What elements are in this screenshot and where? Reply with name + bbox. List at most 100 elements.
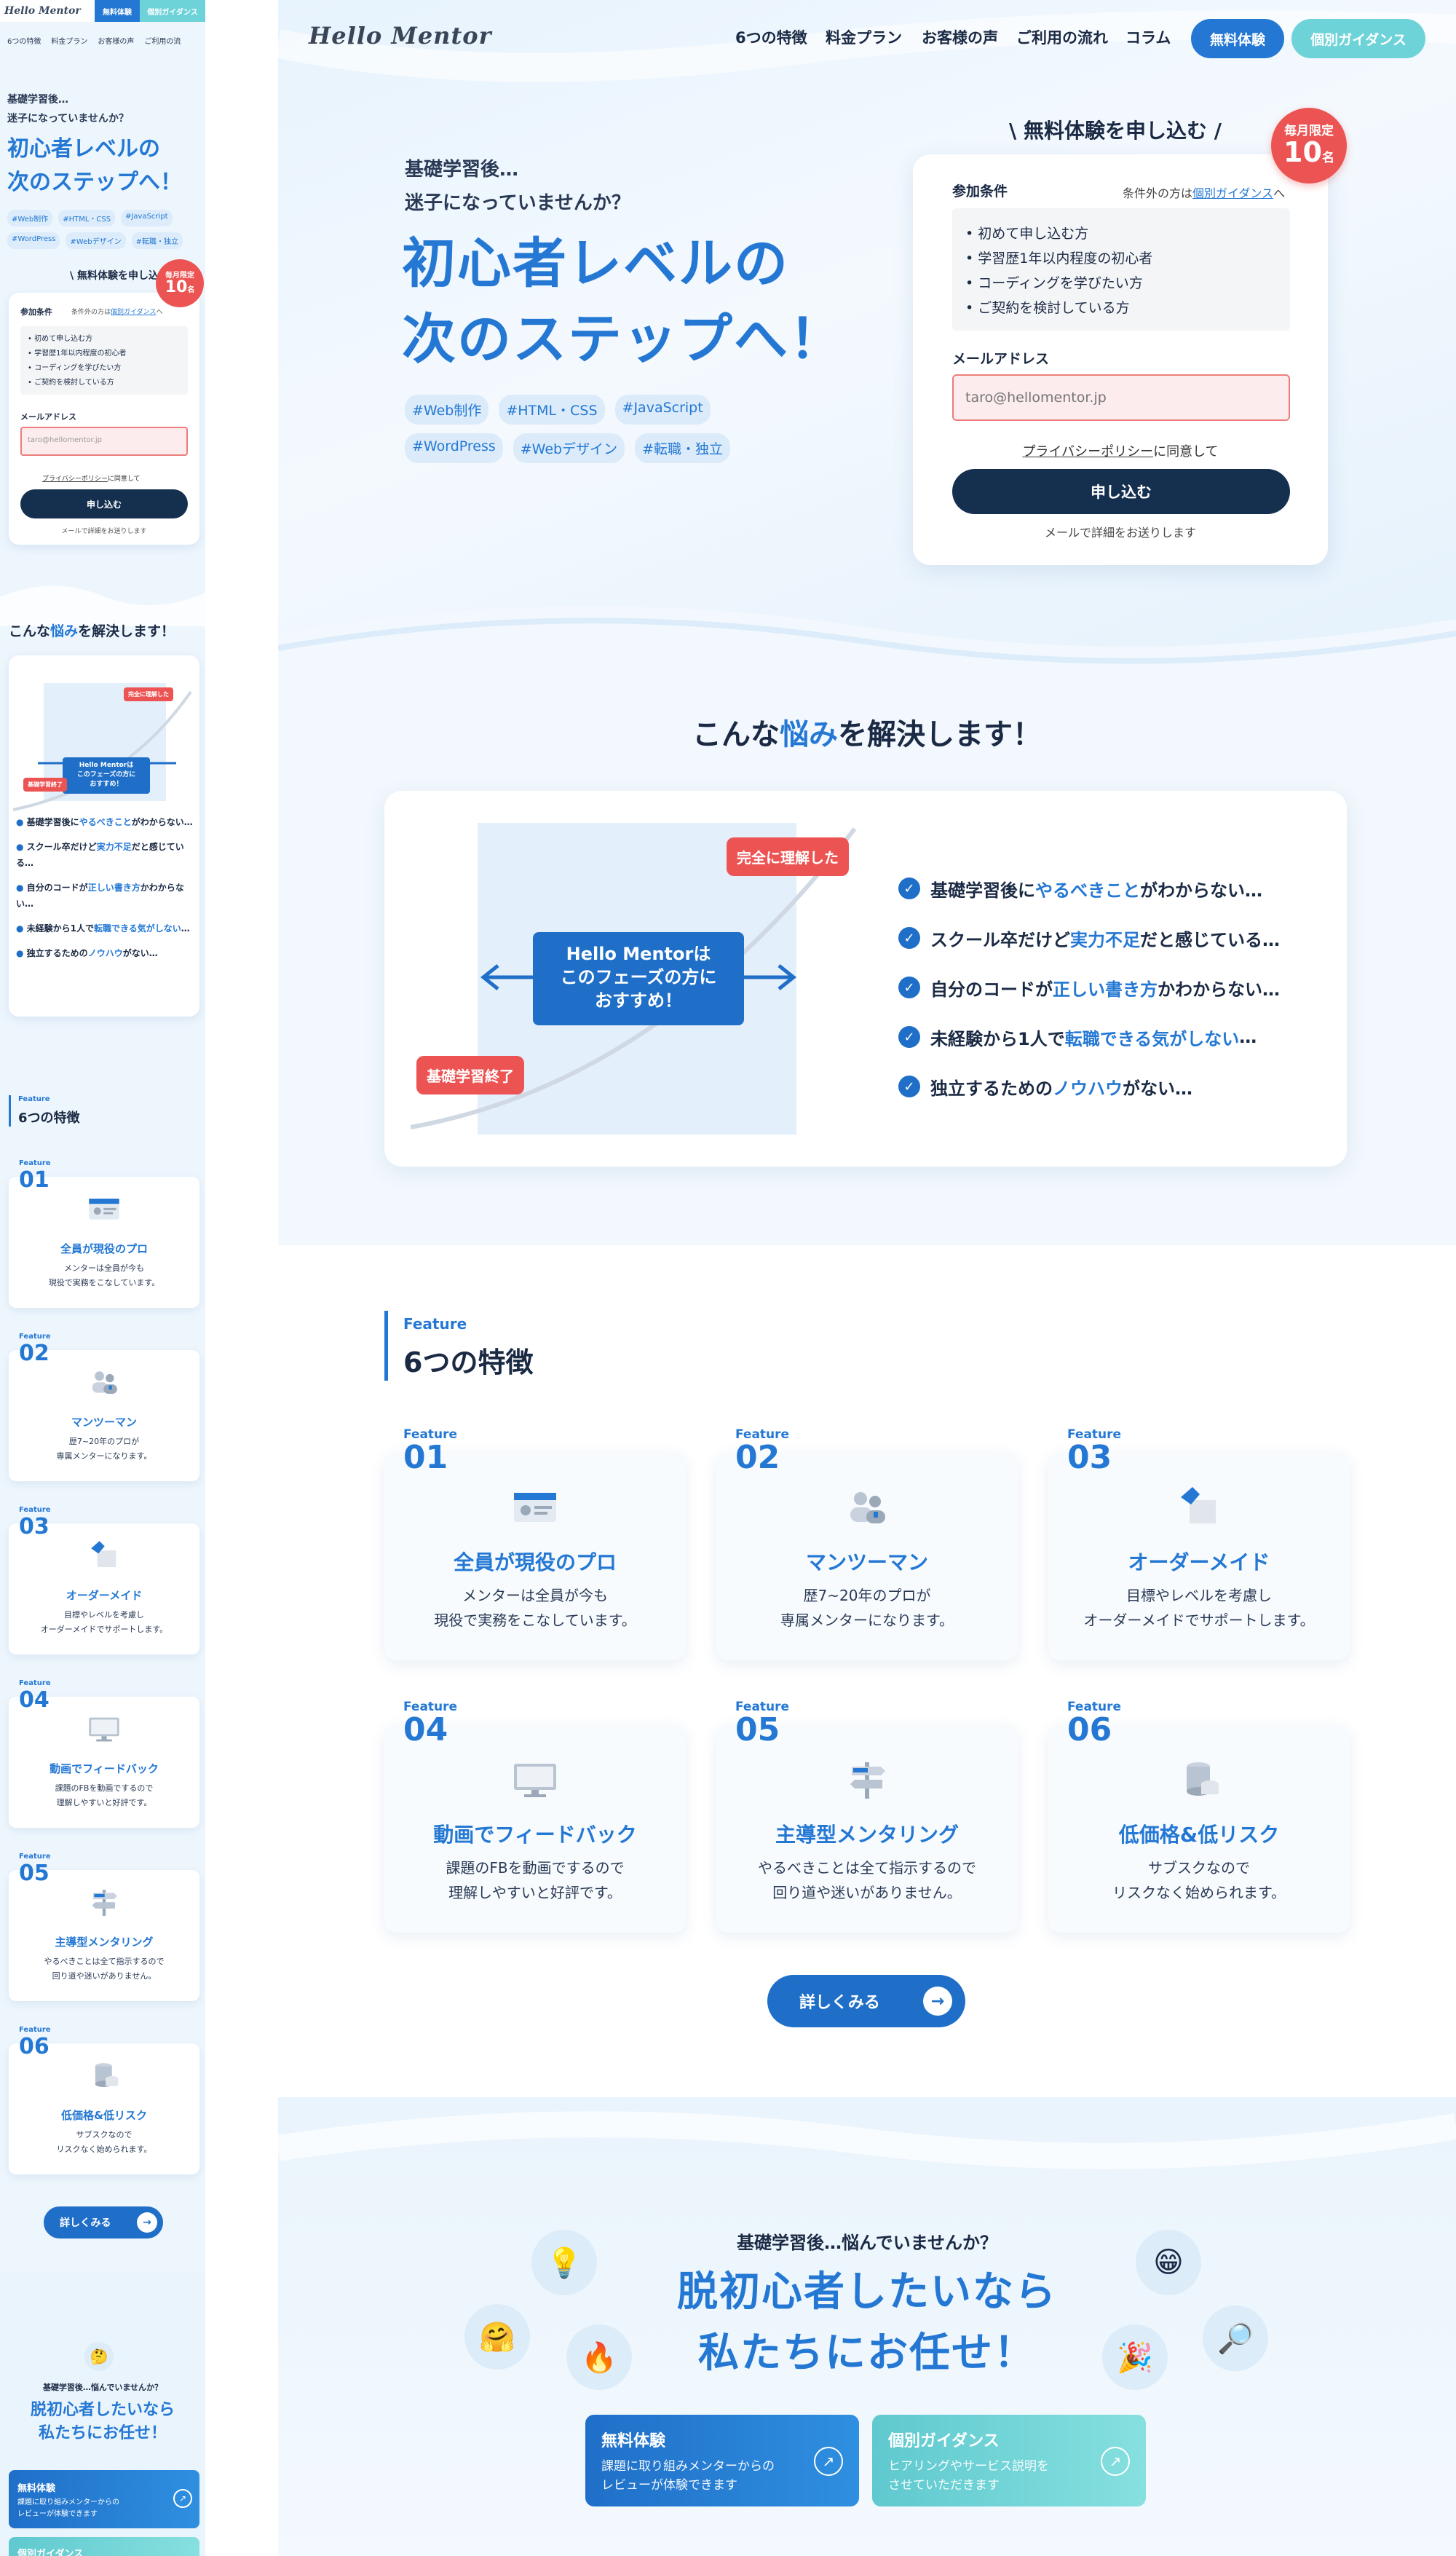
feature-title: マンツーマン <box>71 1416 137 1429</box>
check-icon: ✓ <box>898 1076 920 1097</box>
mobile-logo[interactable]: Hello Mentor <box>4 5 81 17</box>
two-people-icon <box>92 1371 117 1394</box>
mobile-nav: 6つの特徴 料金プラン お客様の声 ご利用の流 <box>0 29 205 51</box>
feature-small-label: Feature <box>18 1095 50 1103</box>
hero-bottom-wave <box>278 606 1456 685</box>
problem-item: ✓ 基礎学習後に やるべきこと がわからない… <box>898 864 1280 913</box>
bubble-basics-done: 基礎学習終了 <box>416 1056 524 1094</box>
nav-guidance-button[interactable]: 個別ガイダンス <box>1291 19 1425 58</box>
nav-item-pricing[interactable]: 料金プラン <box>826 26 902 48</box>
mobile-feature-card: 低価格&低リスク サブスクなので リスクなく始められます。 <box>9 2043 199 2174</box>
arrow-right-icon: → <box>137 2212 157 2233</box>
text: へ <box>1273 186 1286 200</box>
feature-label: Feature <box>19 1159 51 1167</box>
check-icon: ✓ <box>898 927 920 949</box>
mobile-bubble-start: 基礎学習終了 <box>23 778 67 792</box>
text: へ <box>156 309 163 316</box>
feature-title: 全員が現役のプロ <box>453 1550 617 1574</box>
mobile-more-button[interactable]: 詳しくみる → <box>44 2206 163 2239</box>
mobile-trial-cta[interactable]: 無料体験 課題に取り組みメンターからの レビューが体験できます ↗ <box>9 2470 199 2528</box>
feature-desc: 歴7~20年のプロが 専属メンターになります。 <box>56 1437 152 1461</box>
mobile-privacy-link[interactable]: プライバシーポリシー <box>42 476 108 483</box>
mobile-guidance-link[interactable]: 個別ガイダンス <box>111 309 156 316</box>
logo[interactable]: Hello Mentor <box>309 22 491 50</box>
condition-item: • コーディングを学びたい方 <box>28 364 122 372</box>
problem-item: ● 独立するためのノウハウがない… <box>16 948 158 958</box>
hero-title-line: 初心者レベルの <box>402 232 789 295</box>
signpost-icon <box>850 1762 885 1799</box>
submit-button[interactable]: 申し込む <box>952 469 1290 514</box>
mobile-nav-item[interactable]: 料金プラン <box>51 35 87 46</box>
privacy-policy-link[interactable]: プライバシーポリシー <box>1022 444 1153 459</box>
form-note: メールで詳細をお送りします <box>1044 526 1196 540</box>
form-title: \ 無料体験を申し込む / <box>1009 119 1222 143</box>
limited-badge: 毎月限定 10名 <box>1271 108 1347 184</box>
problem-item: ● 基礎学習後にやるべきことがわからない… <box>16 817 193 827</box>
arrow-up-right-icon: ↗ <box>814 2447 843 2476</box>
email-input[interactable] <box>952 374 1290 421</box>
bubble-complete: 完全に理解した <box>727 837 849 876</box>
mobile-nav-item[interactable]: ご利用の流 <box>144 35 181 46</box>
condition-item: • 学習歴1年以内程度の初心者 <box>28 350 127 358</box>
guidance-cta-button[interactable]: 個別ガイダンス ヒアリングやサービス説明を させていただきます ↗ <box>872 2415 1146 2506</box>
puzzle-icon <box>1181 1487 1216 1523</box>
mobile-wave <box>0 585 205 626</box>
two-people-icon <box>850 1492 885 1523</box>
trial-cta-button[interactable]: 無料体験 課題に取り組みメンターからの レビューが体験できます ↗ <box>585 2415 859 2506</box>
hero-lead-line: 迷子になっていませんか？ <box>405 192 630 214</box>
badge-number: 10 <box>165 277 188 296</box>
mobile-guidance-tab[interactable]: 個別ガイダンス <box>140 0 205 22</box>
mobile-cta-title: 脱初心者したいなら 私たちにお任せ！ <box>30 2401 175 2442</box>
mobile-form-card: 参加条件 条件外の方は個別ガイダンスへ • 初めて申し込む方 • 学習歴1年以内… <box>9 293 199 545</box>
feature-title: オーダーメイド <box>1128 1550 1270 1574</box>
feature-title: 主導型メンタリング <box>55 1936 154 1949</box>
mobile-email-input[interactable]: taro@hellomentor.jp <box>20 427 188 456</box>
cta-button-title: 無料体験 <box>601 2432 666 2450</box>
mobile-nav-item[interactable]: 6つの特徴 <box>7 35 41 46</box>
guidance-link[interactable]: 個別ガイダンス <box>1192 186 1273 200</box>
outside-note: 条件外の方は個別ガイダンスへ <box>1123 184 1285 201</box>
tag: #JavaScript <box>614 395 711 425</box>
mobile-limited-badge: 毎月限定 10名 <box>156 259 204 307</box>
mobile-preview: Hello Mentor 無料体験 個別ガイダンス 6つの特徴 料金プラン お客… <box>0 0 205 2556</box>
mobile-feature-card: マンツーマン歴7~20年のプロが 専属メンターになります。 <box>9 1350 199 1481</box>
mobile-feature-head: Feature 6つの特徴 <box>9 1095 80 1127</box>
feature-desc: サブスクなので リスクなく始められます。 <box>1112 1859 1286 1901</box>
arrow-right-icon: → <box>923 1987 952 2016</box>
feature-number: 04 <box>403 1711 448 1748</box>
problems-card: Hello Mentorは このフェーズの方に おすすめ！ 完全に理解した 基礎学習… <box>384 791 1347 1167</box>
problems-title: こんな悩みを解決します！ <box>692 718 1042 752</box>
monitor-icon <box>89 1717 119 1742</box>
id-card-icon <box>514 1493 556 1522</box>
feature-number: 04 <box>19 1687 50 1713</box>
more-button[interactable]: 詳しくみる → <box>767 1975 965 2027</box>
feature-title: 低価格&低リスク <box>60 2109 148 2122</box>
mobile-cta-lead: 基礎学習後…悩んでいませんか？ <box>42 2383 163 2392</box>
mobile-feature-card: オーダーメイド 目標やレベルを考慮し オーダーメイドでサポートします。 <box>9 1523 199 1654</box>
nav-item-column[interactable]: コラム <box>1125 26 1171 48</box>
feature-card: 動画でフィードバック 課題のFBを動画でするので 理解しやすいと好評です。 <box>384 1724 686 1933</box>
feature-title: マンツーマン <box>805 1550 928 1574</box>
mobile-trial-tab[interactable]: 無料体験 <box>95 0 140 22</box>
mobile-feature-card: 全員が現役のプロ メンターは全員が今も 現役で実務をこなしています。 <box>9 1177 199 1308</box>
feature-label: Feature <box>19 1679 51 1687</box>
features-small-label: Feature <box>403 1315 467 1333</box>
cta-lead: 基礎学習後…悩んでいませんか？ <box>736 2233 998 2253</box>
id-card-icon <box>89 1199 119 1220</box>
mobile-guidance-cta[interactable]: 個別ガイダンス <box>9 2537 199 2556</box>
mobile-cta: 🤔 基礎学習後…悩んでいませんか？ 脱初心者したいなら 私たちにお任せ！ 無料体験… <box>0 2272 205 2556</box>
features-accent-bar <box>384 1311 388 1381</box>
mobile-nav-item[interactable]: お客様の声 <box>98 35 134 46</box>
mobile-submit-button[interactable]: 申し込む <box>20 489 188 518</box>
nav-item-flow[interactable]: ご利用の流れ <box>1016 26 1108 48</box>
feature-desc: やるべきことは全て指示するので 回り道や迷いがありません。 <box>44 1957 165 1981</box>
nav-trial-button[interactable]: 無料体験 <box>1191 19 1284 58</box>
check-icon: ✓ <box>898 877 920 899</box>
problem-item: ● 自分のコードが正しい書き方かわからない… <box>16 883 184 909</box>
nav-item-voices[interactable]: お客様の声 <box>922 26 998 48</box>
tag: #WordPress <box>405 433 503 463</box>
nav-item-features[interactable]: 6つの特徴 <box>735 26 807 48</box>
feature-desc: 目標やレベルを考慮し オーダーメイドでサポートします。 <box>40 1610 168 1634</box>
privacy-consent: プライバシーポリシーに同意して <box>913 441 1328 460</box>
feature-number: 03 <box>19 1514 50 1539</box>
